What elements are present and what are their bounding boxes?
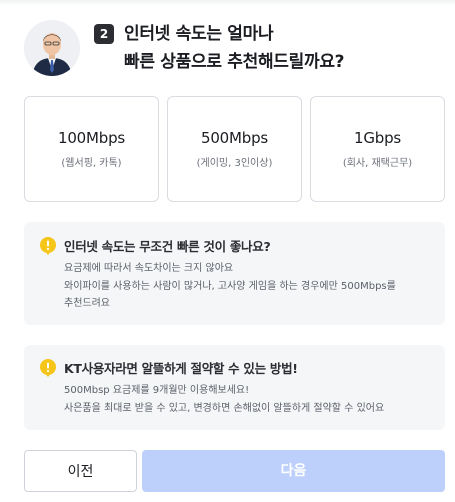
question-line-2: 빠른 상품으로 추천해드릴까요? (124, 52, 345, 72)
option-500mbps[interactable]: 500Mbps (게이밍, 3인이상) (167, 96, 302, 202)
question-line-1: 인터넷 속도는 얼마나 (124, 24, 274, 44)
tip-card-kt: KT사용자라면 알뜰하게 절약할 수 있는 방법! 500Mbsp 요금제를 9… (24, 345, 445, 430)
option-subtitle: (게이밍, 3인이상) (196, 158, 273, 169)
tip-body: 요금제에 따라서 속도차이는 크지 않아요 와이파이를 사용하는 사람이 많거나… (64, 260, 434, 313)
tip-title: KT사용자라면 알뜰하게 절약할 수 있는 방법! (64, 361, 298, 376)
advisor-avatar (24, 20, 80, 76)
option-title: 100Mbps (57, 129, 126, 147)
option-title: 1Gbps (353, 129, 402, 147)
tip-card-speed: 인터넷 속도는 무조건 빠른 것이 좋나요? 요금제에 따라서 속도차이는 크지… (24, 222, 445, 325)
option-subtitle: (회사, 재택근무) (342, 158, 413, 169)
info-pin-icon (40, 359, 56, 377)
tip-title: 인터넷 속도는 무조건 빠른 것이 좋나요? (64, 239, 271, 254)
option-subtitle: (웹서핑, 카톡) (61, 158, 122, 169)
tip-line: 사은품을 최대로 받을 수 있고, 변경하면 손해없이 알뜰하게 절약할 수 있… (64, 402, 385, 414)
option-100mbps[interactable]: 100Mbps (웹서핑, 카톡) (24, 96, 159, 202)
question-header: 2 인터넷 속도는 얼마나 빠른 상품으로 추천해드릴까요? (24, 20, 444, 80)
question-title: 인터넷 속도는 얼마나 빠른 상품으로 추천해드릴까요? (124, 20, 345, 76)
step-badge: 2 (94, 24, 114, 44)
top-divider (0, 0, 455, 6)
next-button[interactable]: 다음 (142, 450, 445, 492)
tip-line: 와이파이를 사용하는 사람이 많거나, 고사양 게임을 하는 경우에만 500M… (64, 280, 396, 292)
speed-options: 100Mbps (웹서핑, 카톡) 500Mbps (게이밍, 3인이상) 1G… (24, 96, 445, 202)
tip-line: 요금제에 따라서 속도차이는 크지 않아요 (64, 263, 234, 274)
prev-button[interactable]: 이전 (24, 450, 137, 492)
option-1gbps[interactable]: 1Gbps (회사, 재택근무) (310, 96, 445, 202)
tip-line: 500Mbsp 요금제를 9개월만 이용해보세요! (64, 385, 250, 396)
tip-body: 500Mbsp 요금제를 9개월만 이용해보세요! 사은품을 최대로 받을 수 … (64, 382, 434, 417)
tip-line: 추천드려요 (64, 298, 110, 309)
info-pin-icon (40, 237, 56, 255)
option-title: 500Mbps (200, 129, 269, 147)
